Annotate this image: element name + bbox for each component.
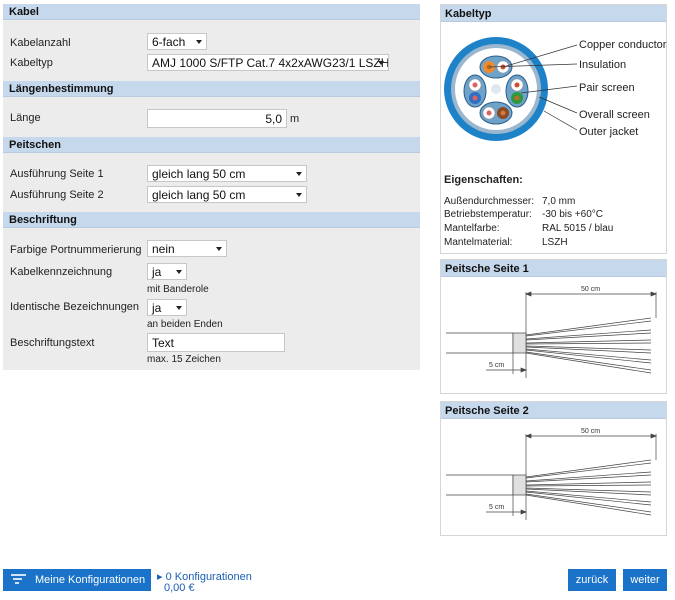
section-header-kabel: Kabel xyxy=(3,4,420,20)
chevron-down-icon xyxy=(176,306,182,310)
property-key: Betriebstemperatur: xyxy=(444,209,532,220)
kabeltyp-panel: Kabeltyp Copper conductor Insulation Pai… xyxy=(440,4,667,254)
seite2-value: gleich lang 50 cm xyxy=(152,188,246,202)
peitsche-seite-2-panel: Peitsche Seite 2 50 cm 5 cm xyxy=(440,401,667,536)
my-configurations-button[interactable]: Meine Konfigurationen xyxy=(3,569,151,591)
identische-bezeichnungen-hint: an beiden Enden xyxy=(147,319,223,330)
kabeltyp-select[interactable]: AMJ 1000 S/FTP Cat.7 4x2xAWG23/1 LSZH xyxy=(147,54,389,71)
seite1-value: gleich lang 50 cm xyxy=(152,167,246,181)
property-value: -30 bis +60°C xyxy=(542,209,603,220)
chevron-down-icon xyxy=(296,193,302,197)
portnummerierung-select[interactable]: nein xyxy=(147,240,227,257)
beschriftungstext-value: Text xyxy=(152,336,175,350)
kabelkennzeichnung-select[interactable]: ja xyxy=(147,263,187,280)
property-value: LSZH xyxy=(542,237,568,248)
beschriftungstext-input[interactable]: Text xyxy=(147,333,285,352)
identische-bezeichnungen-label: Identische Bezeichnungen xyxy=(10,301,140,313)
legend-outer-jacket: Outer jacket xyxy=(579,126,639,138)
dim-label-5cm: 5 cm xyxy=(489,504,504,511)
properties-title: Eigenschaften: xyxy=(444,174,523,186)
dim-label-50cm: 50 cm xyxy=(581,428,600,435)
chevron-down-icon xyxy=(378,61,384,65)
legend-insulation: Insulation xyxy=(579,59,627,71)
dim-label-50cm: 50 cm xyxy=(581,286,600,293)
property-value: RAL 5015 / blau xyxy=(542,223,614,234)
beschriftungstext-hint: max. 15 Zeichen xyxy=(147,354,221,365)
back-button[interactable]: zurück xyxy=(568,569,616,591)
portnummerierung-label: Farbige Portnummerierung xyxy=(10,244,142,256)
kabelkennzeichnung-value: ja xyxy=(152,265,162,279)
property-value: 7,0 mm xyxy=(542,196,576,207)
property-key: Mantelmaterial: xyxy=(444,237,513,248)
legend-copper-conductor: Copper conductor xyxy=(579,39,667,51)
identische-bezeichnungen-select[interactable]: ja xyxy=(147,299,187,316)
laenge-input[interactable]: 5,0 xyxy=(147,109,287,128)
chevron-down-icon xyxy=(216,247,222,251)
chevron-down-icon xyxy=(296,172,302,176)
kabelanzahl-label: Kabelanzahl xyxy=(10,37,71,49)
kabelkennzeichnung-label: Kabelkennzeichnung xyxy=(10,266,113,278)
kabelanzahl-select[interactable]: 6-fach xyxy=(147,33,207,50)
config-form: Kabel Kabelanzahl 6-fach Kabeltyp AMJ 10… xyxy=(3,4,420,370)
next-button[interactable]: weiter xyxy=(623,569,667,591)
kabeltyp-value: AMJ 1000 S/FTP Cat.7 4x2xAWG23/1 LSZH xyxy=(152,56,389,70)
whip-diagram-1: 50 cm 5 cm xyxy=(446,286,657,378)
beschriftungstext-label: Beschriftungstext xyxy=(10,337,95,349)
property-key: Außendurchmesser: xyxy=(444,196,535,207)
laenge-label: Länge xyxy=(10,112,41,124)
seite2-select[interactable]: gleich lang 50 cm xyxy=(147,186,307,203)
peitsche-seite-1-title: Peitsche Seite 1 xyxy=(441,260,666,277)
laenge-unit: m xyxy=(290,113,300,125)
seite1-label: Ausführung Seite 1 xyxy=(10,168,104,180)
legend-overall-screen: Overall screen xyxy=(579,109,650,121)
chevron-down-icon xyxy=(176,270,182,274)
kabelanzahl-value: 6-fach xyxy=(152,35,186,49)
legend-pair-screen: Pair screen xyxy=(579,82,635,94)
identische-bezeichnungen-value: ja xyxy=(152,301,162,315)
laenge-value: 5,0 xyxy=(265,112,282,126)
section-header-beschriftung: Beschriftung xyxy=(3,212,420,228)
kabelkennzeichnung-hint: mit Banderole xyxy=(147,284,209,295)
peitsche-seite-1-panel: Peitsche Seite 1 50 cm 5 cm xyxy=(440,259,667,394)
my-configurations-label: Meine Konfigurationen xyxy=(35,574,146,586)
kabeltyp-label: Kabeltyp xyxy=(10,57,53,69)
configurations-price: 0,00 € xyxy=(164,582,195,594)
chevron-down-icon xyxy=(196,40,202,44)
property-key: Mantelfarbe: xyxy=(444,223,500,234)
seite1-select[interactable]: gleich lang 50 cm xyxy=(147,165,307,182)
whip-diagram-2: 50 cm 5 cm xyxy=(446,428,657,520)
kabeltyp-panel-title: Kabeltyp xyxy=(441,5,666,22)
section-header-peitschen: Peitschen xyxy=(3,137,420,153)
seite2-label: Ausführung Seite 2 xyxy=(10,189,104,201)
section-header-laengenbestimmung: Längenbestimmung xyxy=(3,81,420,97)
dim-label-5cm: 5 cm xyxy=(489,362,504,369)
cart-filter-icon xyxy=(11,574,26,584)
peitsche-seite-2-title: Peitsche Seite 2 xyxy=(441,402,666,419)
portnummerierung-value: nein xyxy=(152,242,175,256)
